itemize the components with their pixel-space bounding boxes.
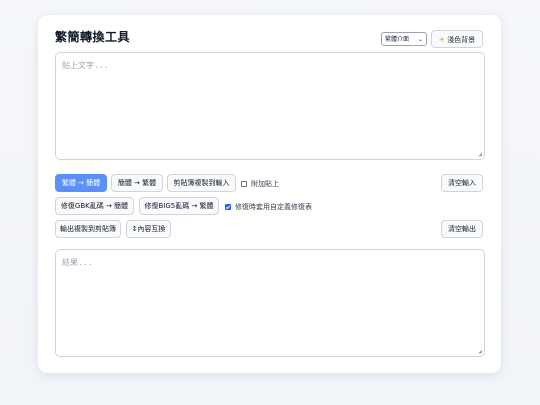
input-placeholder: 貼上文字... <box>62 61 109 70</box>
output-textarea[interactable]: 結果... ◢ <box>55 249 485 357</box>
traditional-to-simplified-button[interactable]: 繁體 → 簡體 <box>55 174 107 192</box>
converter-card: 繁簡轉換工具 繁體介面 ⌄ ☀ 淺色背景 貼上文字... ◢ 繁體 → 簡體 簡體… <box>38 15 501 373</box>
append-paste-label: 附加貼上 <box>251 180 279 188</box>
custom-dict-label: 修復時套用自定義修復表 <box>235 203 312 211</box>
copy-output-button[interactable]: 輸出複製到剪貼簿 <box>55 220 121 238</box>
clear-output-button[interactable]: 清空輸出 <box>441 220 483 238</box>
swap-content-button[interactable]: ↕內容互換 <box>126 220 171 238</box>
append-paste-checkbox[interactable]: 附加貼上 <box>241 179 279 189</box>
fix-gbk-button[interactable]: 修復GBK亂碼 → 簡體 <box>55 197 134 215</box>
output-placeholder: 結果... <box>62 258 93 267</box>
append-paste-box[interactable] <box>241 181 247 187</box>
resize-handle-icon[interactable]: ◢ <box>478 348 482 355</box>
theme-toggle-label: 淺色背景 <box>447 36 476 44</box>
custom-dict-checkbox[interactable]: 修復時套用自定義修復表 <box>225 202 312 212</box>
interface-language-select[interactable]: 繁體介面 ⌄ <box>381 32 427 46</box>
input-textarea[interactable]: 貼上文字... ◢ <box>55 52 485 160</box>
paste-to-input-button[interactable]: 剪貼簿複製到輸入 <box>167 174 236 192</box>
custom-dict-box[interactable] <box>225 204 231 210</box>
sun-icon: ☀ <box>438 36 446 44</box>
interface-language-value: 繁體介面 <box>385 36 410 43</box>
chevron-down-icon: ⌄ <box>417 36 423 43</box>
fix-big5-button[interactable]: 修復BIG5亂碼 → 繁體 <box>139 197 219 215</box>
simplified-to-traditional-button[interactable]: 簡體 → 繁體 <box>111 174 163 192</box>
clear-input-button[interactable]: 清空輸入 <box>441 174 483 192</box>
page-title: 繁簡轉換工具 <box>55 30 131 44</box>
theme-toggle-button[interactable]: ☀ 淺色背景 <box>431 30 483 48</box>
resize-handle-icon[interactable]: ◢ <box>478 151 482 158</box>
